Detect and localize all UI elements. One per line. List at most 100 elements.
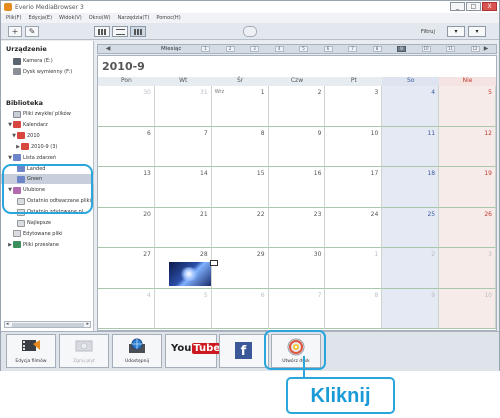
calendar-day-cell[interactable]: 9	[268, 126, 326, 167]
calendar-day-cell[interactable]: 1	[325, 248, 383, 289]
month-button[interactable]: 7	[348, 46, 357, 52]
sidebar-item[interactable]: Kamera (E:)	[1, 56, 94, 66]
share-button[interactable]: Udostępnij	[112, 334, 162, 368]
month-button[interactable]: 11	[446, 46, 455, 52]
calendar-day-cell[interactable]: 11	[382, 126, 440, 167]
calendar-day-cell[interactable]: 2	[382, 248, 440, 289]
edit-movies-button[interactable]: Edycja filmów	[6, 334, 56, 368]
sidebar-item[interactable]: ▶ Pliki przesłane	[1, 240, 94, 250]
sidebar-item[interactable]: Dysk wymienny (F:)	[1, 67, 94, 77]
calendar-day-cell[interactable]: 20	[98, 207, 155, 248]
menu-view[interactable]: Widok(V)	[59, 15, 82, 21]
sidebar-item-label: Kalendarz	[23, 121, 48, 128]
video-thumbnail[interactable]	[168, 260, 218, 286]
calendar-day-cell[interactable]: 9	[382, 288, 440, 329]
prev-month-button[interactable]: ◀	[98, 45, 118, 53]
day-number: 18	[427, 170, 436, 177]
rip-disc-button[interactable]: Zgraj płyt	[59, 334, 109, 368]
menu-help[interactable]: Pomoc(H)	[156, 15, 180, 21]
calendar-day-cell[interactable]: 13	[98, 167, 155, 208]
list-view-button[interactable]	[112, 26, 128, 37]
menu-window[interactable]: Okno(W)	[89, 15, 111, 21]
calendar-day-cell[interactable]: 1 Wrz	[211, 86, 269, 127]
month-button[interactable]: 2	[225, 46, 235, 52]
weekday-header: Wt	[154, 77, 212, 86]
sidebar-item[interactable]: Pliki zwykłe/ plików	[1, 109, 94, 119]
sidebar-item[interactable]: ▼ Lista zdarzeń	[1, 153, 94, 163]
calendar-day-cell[interactable]: 18	[382, 167, 440, 208]
month-button[interactable]: 10	[421, 46, 431, 52]
calendar-day-cell[interactable]: 26	[439, 207, 496, 248]
calendar-day-cell[interactable]: 3	[325, 86, 383, 127]
filter-sort-button[interactable]: ▾	[468, 26, 486, 37]
menu-tools[interactable]: Narzędzia(T)	[118, 15, 150, 21]
maximize-button[interactable]: □	[466, 2, 481, 11]
calendar-day-cell[interactable]: 6	[98, 126, 155, 167]
calendar-day-cell[interactable]: 22	[211, 207, 269, 248]
calendar-day-cell[interactable]: 8	[211, 126, 269, 167]
calendar-day-cell[interactable]: 5	[439, 86, 496, 127]
calendar-day-cell[interactable]: 25	[382, 207, 440, 248]
next-month-button[interactable]: ▶	[476, 45, 496, 53]
add-button[interactable]: +	[8, 26, 22, 37]
calendar-day-cell[interactable]: 12	[439, 126, 496, 167]
calendar-day-cell[interactable]: 6	[211, 288, 269, 329]
facebook-upload-button[interactable]: f	[219, 334, 269, 368]
month-button[interactable]: 6	[323, 46, 333, 52]
scroll-right-icon[interactable]: ▸	[86, 321, 89, 327]
calendar-day-cell[interactable]: 4	[382, 86, 440, 127]
calendar-day-cell[interactable]: 30	[98, 86, 155, 127]
sidebar-item[interactable]: Edytowane pliki	[1, 229, 94, 239]
calendar-day-cell[interactable]: 21	[154, 207, 212, 248]
calendar-day-cell[interactable]: 14	[154, 167, 212, 208]
sidebar-item[interactable]: ▼ Kalendarz	[1, 120, 94, 130]
month-button[interactable]: 4	[274, 46, 284, 52]
thumbnail-view-button[interactable]	[94, 26, 110, 37]
calendar-day-cell[interactable]: 5	[154, 288, 212, 329]
month-button[interactable]: 1	[201, 46, 210, 52]
youtube-logo-you: You	[171, 343, 192, 354]
calendar-day-cell[interactable]: 30	[268, 248, 326, 289]
calendar-day-cell[interactable]: 16	[268, 167, 326, 208]
sidebar-item[interactable]: ▼ 2010	[1, 131, 94, 141]
calendar-day-cell[interactable]: 29	[211, 248, 269, 289]
youtube-upload-button[interactable]: You Tube	[165, 334, 222, 368]
calendar-view-button[interactable]	[130, 26, 146, 37]
calendar-day-cell[interactable]: 2	[268, 86, 326, 127]
month-button[interactable]: 9	[397, 46, 406, 52]
sidebar-item[interactable]: Najlepsze	[1, 218, 94, 228]
close-button[interactable]: X	[482, 2, 497, 11]
calendar-day-cell[interactable]: 10	[325, 126, 383, 167]
calendar-day-cell[interactable]: 31	[154, 86, 212, 127]
calendar-day-cell[interactable]: 7	[268, 288, 326, 329]
weekday-header: Czw	[268, 77, 326, 86]
sidebar-scrollbar[interactable]: ◂ ▸	[4, 321, 91, 328]
minimize-button[interactable]: _	[450, 2, 465, 11]
month-button[interactable]: 5	[299, 46, 308, 52]
month-button[interactable]: 8	[372, 46, 382, 52]
menu-edit[interactable]: Edycja(E)	[28, 15, 52, 21]
calendar-day-cell[interactable]: 10	[439, 288, 496, 329]
calendar-day-cell[interactable]: 7	[154, 126, 212, 167]
menu-file[interactable]: Plik(F)	[6, 15, 21, 21]
calendar-day-cell[interactable]: 19	[439, 167, 496, 208]
tools-button[interactable]: ✎	[25, 26, 39, 37]
filter-type-button[interactable]: ▾	[447, 26, 465, 37]
weekday-header: Nie	[439, 77, 496, 86]
calendar-day-cell[interactable]: 8	[325, 288, 383, 329]
callout-connector	[303, 356, 305, 377]
calendar-day-cell[interactable]: 17	[325, 167, 383, 208]
sidebar-item[interactable]: ▶ 2010-9 (3)	[1, 142, 94, 152]
month-button[interactable]: 3	[250, 46, 259, 52]
calendar-day-cell[interactable]: 3	[439, 248, 496, 289]
calendar-day-cell[interactable]: 28	[154, 248, 218, 289]
scroll-left-icon[interactable]: ◂	[6, 321, 9, 327]
scrollbar-thumb[interactable]	[12, 323, 84, 327]
calendar-day-cell[interactable]: 27	[98, 248, 155, 289]
calendar-day-cell[interactable]: 15	[211, 167, 269, 208]
calendar-day-cell[interactable]: 4	[98, 288, 155, 329]
list-icon	[116, 29, 125, 35]
calendar-day-cell[interactable]: 23	[268, 207, 326, 248]
bottom-toolbar: Edycja filmów Zgraj płyt Udostępnij You …	[1, 331, 499, 371]
calendar-day-cell[interactable]: 24	[325, 207, 383, 248]
